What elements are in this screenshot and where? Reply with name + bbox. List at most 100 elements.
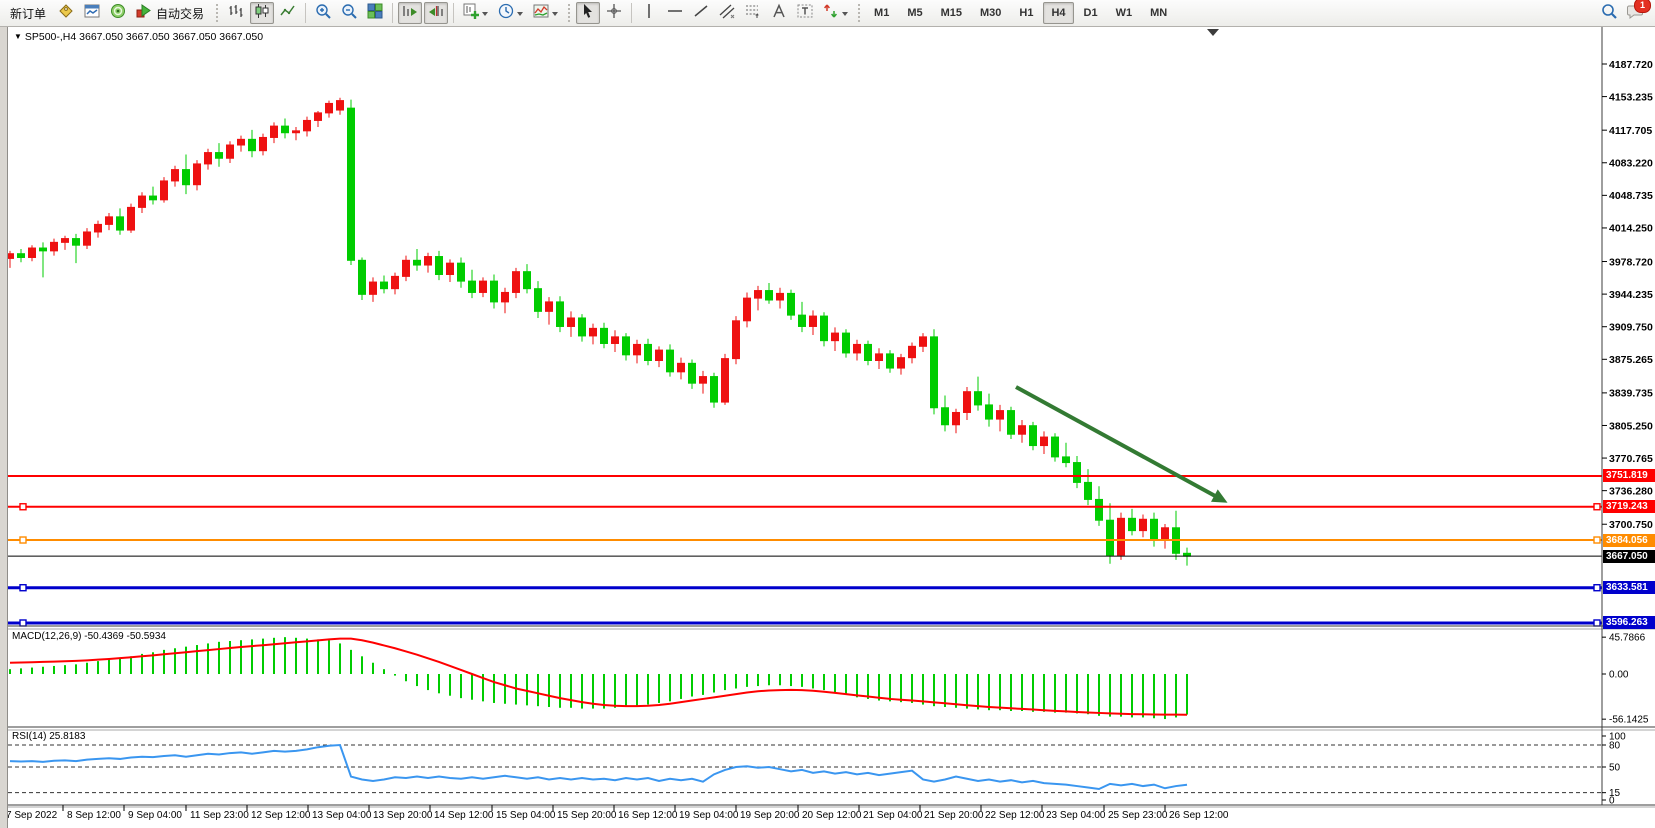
line-chart-icon <box>279 2 297 25</box>
current-price-badge: 3667.050 <box>1603 550 1655 563</box>
chart-symbol-period: SP500-,H4 <box>25 31 76 43</box>
zoom-in-button[interactable] <box>311 2 335 24</box>
terminal-window: 新订单 自动交易 M1 M5 <box>0 0 1655 828</box>
tile-windows-button[interactable] <box>363 2 387 24</box>
chevron-down-icon <box>517 4 524 22</box>
timeframe-d1-button[interactable]: D1 <box>1076 2 1106 24</box>
timeframe-m15-button[interactable]: M15 <box>933 2 970 24</box>
chat-button[interactable]: 1 <box>1623 2 1648 24</box>
bar-chart-button[interactable] <box>224 2 248 24</box>
price-line-badge: 3719.243 <box>1603 500 1655 513</box>
window-splitter[interactable] <box>0 27 8 828</box>
svg-text:19 Sep 20:00: 19 Sep 20:00 <box>740 810 800 821</box>
toolbar-drag-handle[interactable] <box>215 4 219 22</box>
line-handle[interactable] <box>1594 585 1600 591</box>
auto-trading-icon <box>135 2 153 25</box>
svg-text:-56.1425: -56.1425 <box>1609 715 1649 726</box>
text-label-button[interactable] <box>793 2 817 24</box>
svg-text:50: 50 <box>1609 763 1621 774</box>
vertical-line-button[interactable] <box>637 2 661 24</box>
auto-trading-button[interactable]: 自动交易 <box>132 2 210 24</box>
new-order-button[interactable]: 新订单 <box>4 2 52 24</box>
svg-text:8 Sep 12:00: 8 Sep 12:00 <box>67 810 121 821</box>
timeframe-h1-button[interactable]: H1 <box>1011 2 1041 24</box>
auto-trading-label: 自动交易 <box>153 5 207 22</box>
signal-icon <box>109 2 127 25</box>
timeframe-m30-button[interactable]: M30 <box>972 2 1009 24</box>
fibonacci-icon <box>744 2 762 25</box>
auto-scroll-button[interactable] <box>398 2 422 24</box>
timeframe-m1-button[interactable]: M1 <box>866 2 897 24</box>
svg-text:3770.765: 3770.765 <box>1609 453 1653 465</box>
market-watch-button[interactable] <box>80 2 104 24</box>
cursor-button[interactable] <box>576 2 600 24</box>
price-axis: 4187.7204153.2354117.7054083.2204048.735… <box>1602 59 1653 531</box>
svg-text:16 Sep 12:00: 16 Sep 12:00 <box>618 810 678 821</box>
svg-text:3944.235: 3944.235 <box>1609 289 1653 301</box>
svg-text:4187.720: 4187.720 <box>1609 59 1653 71</box>
text-label-icon <box>796 2 814 25</box>
svg-text:22 Sep 12:00: 22 Sep 12:00 <box>985 810 1045 821</box>
indicators-button[interactable] <box>529 2 562 24</box>
svg-text:45.7866: 45.7866 <box>1609 633 1646 644</box>
timeframe-label: H4 <box>1046 4 1070 22</box>
auto-scroll-icon <box>401 2 419 25</box>
trendline-button[interactable] <box>689 2 713 24</box>
equidistant-channel-icon <box>718 2 736 25</box>
svg-text:9 Sep 04:00: 9 Sep 04:00 <box>128 810 182 821</box>
new-chart-icon <box>462 2 480 25</box>
period-button[interactable] <box>494 2 527 24</box>
svg-text:3909.750: 3909.750 <box>1609 322 1653 334</box>
line-handle[interactable] <box>1594 504 1600 510</box>
svg-text:4083.220: 4083.220 <box>1609 158 1653 170</box>
search-button[interactable] <box>1597 2 1621 24</box>
svg-text:80: 80 <box>1609 741 1621 752</box>
svg-text:0: 0 <box>1609 796 1615 807</box>
macd-indicator-label: MACD(12,26,9) -50.4369 -50.5934 <box>12 631 166 642</box>
bar-chart-icon <box>227 2 245 25</box>
notification-badge: 1 <box>1634 0 1651 13</box>
line-handle[interactable] <box>20 585 26 591</box>
macd-name: MACD(12,26,9) <box>12 631 81 642</box>
chart-shift-marker[interactable] <box>1207 29 1219 36</box>
timeframe-label: M30 <box>975 4 1006 22</box>
timeframe-label: M15 <box>936 4 967 22</box>
new-chart-button[interactable] <box>459 2 492 24</box>
chart-canvas[interactable]: 4187.7204153.2354117.7054083.2204048.735… <box>0 0 1655 828</box>
timeframe-w1-button[interactable]: W1 <box>1108 2 1141 24</box>
horizontal-line-button[interactable] <box>663 2 687 24</box>
line-handle[interactable] <box>1594 537 1600 543</box>
price-tag-button[interactable] <box>54 2 78 24</box>
line-handle[interactable] <box>1594 620 1600 626</box>
line-handle[interactable] <box>20 620 26 626</box>
timeframe-label: H1 <box>1014 4 1038 22</box>
zoom-out-button[interactable] <box>337 2 361 24</box>
indicators-icon <box>532 2 550 25</box>
text-button[interactable] <box>767 2 791 24</box>
chart-shift-button[interactable] <box>424 2 448 24</box>
chevron-down-icon <box>842 4 849 22</box>
rsi-name: RSI(14) <box>12 731 46 742</box>
signal-button[interactable] <box>106 2 130 24</box>
line-chart-button[interactable] <box>276 2 300 24</box>
rsi-values: 25.8183 <box>49 731 85 742</box>
timeframe-h4-button[interactable]: H4 <box>1043 2 1073 24</box>
tile-windows-icon <box>366 2 384 25</box>
timeframe-mn-button[interactable]: MN <box>1142 2 1175 24</box>
svg-text:4048.735: 4048.735 <box>1609 190 1653 202</box>
equidistant-channel-button[interactable] <box>715 2 739 24</box>
svg-text:26 Sep 12:00: 26 Sep 12:00 <box>1169 810 1229 821</box>
line-handle[interactable] <box>20 537 26 543</box>
timeframe-m5-button[interactable]: M5 <box>899 2 930 24</box>
arrows-button[interactable] <box>819 2 852 24</box>
toolbar-drag-handle[interactable] <box>857 4 861 22</box>
candlestick-chart-button[interactable] <box>250 2 274 24</box>
price-line-badge: 3633.581 <box>1603 581 1655 594</box>
crosshair-button[interactable] <box>602 2 626 24</box>
fibonacci-button[interactable] <box>741 2 765 24</box>
indicator-scales: 45.78660.00-56.14251008050150 <box>1602 633 1649 807</box>
svg-text:3805.250: 3805.250 <box>1609 420 1653 432</box>
line-handle[interactable] <box>20 504 26 510</box>
toolbar-drag-handle[interactable] <box>567 4 571 22</box>
collapse-arrow-icon[interactable]: ▼ <box>14 32 22 41</box>
